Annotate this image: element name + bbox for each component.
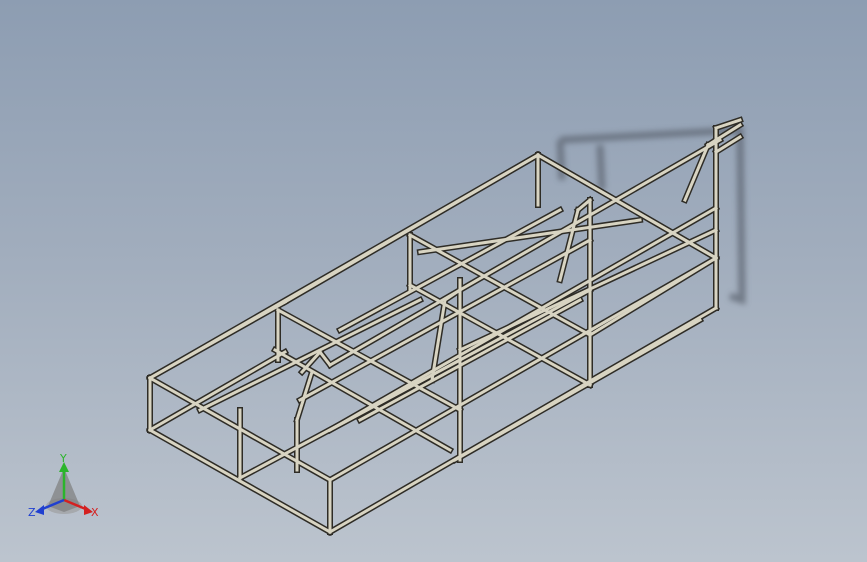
graphics-viewport[interactable]: Y X Z bbox=[0, 0, 867, 562]
y-axis-label: Y bbox=[59, 452, 67, 465]
z-axis-head-icon bbox=[35, 505, 44, 515]
x-axis-label: X bbox=[91, 506, 99, 519]
tube-frame[interactable] bbox=[145, 116, 745, 537]
z-axis-label: Z bbox=[28, 506, 36, 519]
tube-member[interactable] bbox=[337, 207, 563, 333]
coordinate-triad: Y X Z bbox=[28, 452, 99, 519]
model-view[interactable]: Y X Z bbox=[0, 0, 867, 562]
